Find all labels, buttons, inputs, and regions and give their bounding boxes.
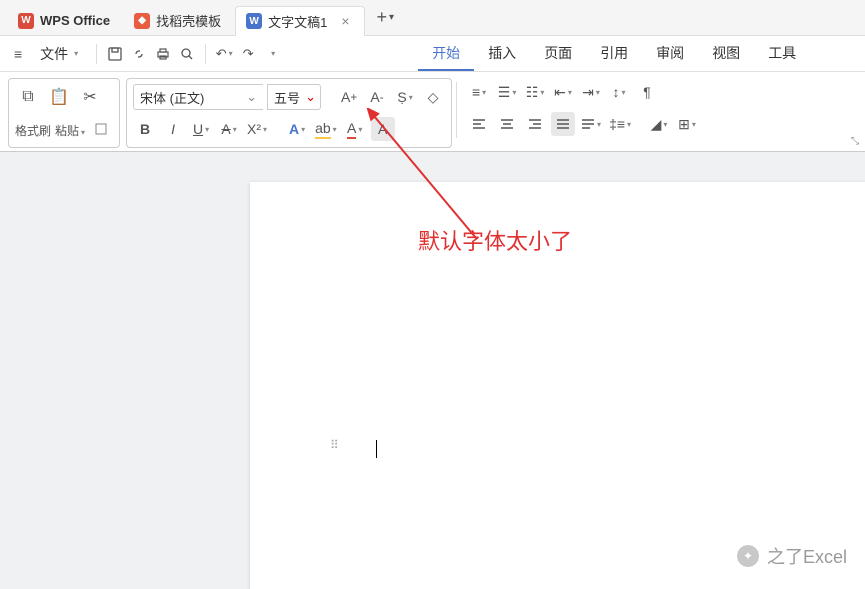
qat-more-icon[interactable]: ▾	[262, 44, 282, 64]
watermark-text: 之了Excel	[767, 543, 847, 569]
align-left-icon[interactable]	[467, 112, 491, 136]
format-painter-label[interactable]: 格式刷	[15, 122, 51, 139]
cursor-position: ⠿	[330, 438, 337, 452]
text-effect-button[interactable]: A▾	[285, 117, 309, 141]
text-cursor	[376, 440, 377, 458]
separator	[456, 82, 457, 138]
separator	[205, 44, 206, 64]
clipboard-group: ⧉ 📋 ✂ 格式刷 粘贴▾	[8, 78, 120, 148]
tab-page[interactable]: 页面	[530, 37, 586, 71]
chevron-down-icon: ▾	[389, 12, 394, 23]
save-icon[interactable]	[105, 44, 125, 64]
increase-indent-icon[interactable]: ⇥▾	[579, 80, 603, 104]
tab-reference[interactable]: 引用	[586, 37, 642, 71]
increase-font-icon[interactable]: A+	[337, 85, 361, 109]
add-tab-button[interactable]: + ▾	[377, 7, 395, 28]
word-doc-icon: W	[246, 13, 262, 29]
shading-icon[interactable]: ◢▾	[647, 112, 671, 136]
link-icon[interactable]	[129, 44, 149, 64]
close-tab-icon[interactable]: ×	[341, 13, 349, 29]
separator	[96, 44, 97, 64]
font-group: 宋体 (正文) 五号 A+ A- Ṣ▾ ◇ B I U▾ A▾ X²▾ A▾ a…	[126, 78, 452, 148]
plus-icon: +	[377, 7, 388, 28]
watermark: ✦ 之了Excel	[737, 543, 847, 569]
paste-button[interactable]: 📋	[45, 83, 73, 111]
tab-view[interactable]: 视图	[698, 37, 754, 71]
print-preview-icon[interactable]	[177, 44, 197, 64]
document-tab-label: 文字文稿1	[268, 12, 327, 31]
strikethrough-button[interactable]: A▾	[217, 117, 241, 141]
line-spacing-icon[interactable]: ‡≡▾	[607, 112, 633, 136]
multilevel-list-icon[interactable]: ☷▾	[523, 80, 547, 104]
ribbon-tabs: 开始 插入 页面 引用 审阅 视图 工具	[418, 37, 810, 71]
highlight-button[interactable]: ab▾	[313, 117, 339, 141]
decrease-font-icon[interactable]: A-	[365, 85, 389, 109]
undo-icon[interactable]: ↶▾	[214, 44, 234, 64]
wechat-icon: ✦	[737, 545, 759, 567]
template-icon: ◆	[134, 13, 150, 29]
tab-insert[interactable]: 插入	[474, 37, 530, 71]
font-size-select[interactable]: 五号	[267, 84, 321, 110]
number-list-icon[interactable]: ☰▾	[495, 80, 519, 104]
distribute-icon[interactable]: ▾	[579, 112, 603, 136]
bullet-list-icon[interactable]: ≡▾	[467, 80, 491, 104]
file-menu-label: 文件	[40, 44, 68, 64]
paste-special-icon[interactable]	[89, 117, 113, 141]
tab-start[interactable]: 开始	[418, 37, 474, 71]
drag-handle-icon: ⠿	[330, 438, 337, 452]
align-right-icon[interactable]	[523, 112, 547, 136]
expand-ribbon-icon[interactable]: ⤡	[851, 136, 859, 147]
cut-button[interactable]: ✂	[77, 83, 103, 111]
align-justify-icon[interactable]	[551, 112, 575, 136]
paste-label[interactable]: 粘贴▾	[55, 122, 85, 139]
sort-icon[interactable]: ↕▾	[607, 80, 631, 104]
decrease-indent-icon[interactable]: ⇤▾	[551, 80, 575, 104]
superscript-button[interactable]: X²▾	[245, 117, 269, 141]
chevron-down-icon: ▾	[229, 49, 233, 58]
tab-bar: W WPS Office ◆ 找稻壳模板 W 文字文稿1 × + ▾	[0, 0, 865, 36]
underline-button[interactable]: U▾	[189, 117, 213, 141]
char-shading-button[interactable]: A	[371, 117, 395, 141]
change-case-icon[interactable]: Ṣ▾	[393, 85, 417, 109]
tab-tools[interactable]: 工具	[754, 37, 810, 71]
bold-button[interactable]: B	[133, 117, 157, 141]
tab-review[interactable]: 审阅	[642, 37, 698, 71]
menu-left: ≡ 文件 ▾ ↶▾ ↷ ▾	[10, 40, 282, 68]
copy-button[interactable]: ⧉	[15, 83, 41, 111]
copy-icon: ⧉	[22, 88, 33, 106]
italic-button[interactable]: I	[161, 117, 185, 141]
clipboard-icon: 📋	[49, 87, 69, 107]
wps-logo-icon: W	[18, 13, 34, 29]
app-tab-label: WPS Office	[40, 13, 110, 28]
redo-icon[interactable]: ↷	[238, 44, 258, 64]
print-icon[interactable]	[153, 44, 173, 64]
clear-format-icon[interactable]: ◇	[421, 85, 445, 109]
document-tab[interactable]: W 文字文稿1 ×	[235, 6, 364, 36]
paragraph-group: ≡▾ ☰▾ ☷▾ ⇤▾ ⇥▾ ↕▾ ¶ ▾ ‡≡▾ ◢▾ ⊞▾	[461, 78, 705, 138]
chevron-down-icon: ▾	[74, 49, 78, 58]
font-color-button[interactable]: A▾	[343, 117, 367, 141]
template-tab[interactable]: ◆ 找稻壳模板	[124, 6, 235, 36]
ribbon: ⧉ 📋 ✂ 格式刷 粘贴▾ 宋体 (正文) 五号 A+ A- Ṣ▾ ◇ B I …	[0, 72, 865, 152]
document-area: ⠿ ✦ 之了Excel	[0, 152, 865, 589]
scissors-icon: ✂	[83, 87, 96, 107]
hamburger-icon[interactable]: ≡	[10, 42, 26, 66]
border-icon[interactable]: ⊞▾	[675, 112, 699, 136]
annotation-text: 默认字体太小了	[418, 224, 572, 256]
font-name-select[interactable]: 宋体 (正文)	[133, 84, 263, 110]
template-tab-label: 找稻壳模板	[156, 11, 221, 30]
show-marks-icon[interactable]: ¶	[635, 80, 659, 104]
menu-row: ≡ 文件 ▾ ↶▾ ↷ ▾ 开始 插入 页面 引用 审阅 视图 工具	[0, 36, 865, 72]
app-tab[interactable]: W WPS Office	[8, 6, 124, 36]
align-center-icon[interactable]	[495, 112, 519, 136]
file-menu-button[interactable]: 文件 ▾	[30, 40, 88, 68]
